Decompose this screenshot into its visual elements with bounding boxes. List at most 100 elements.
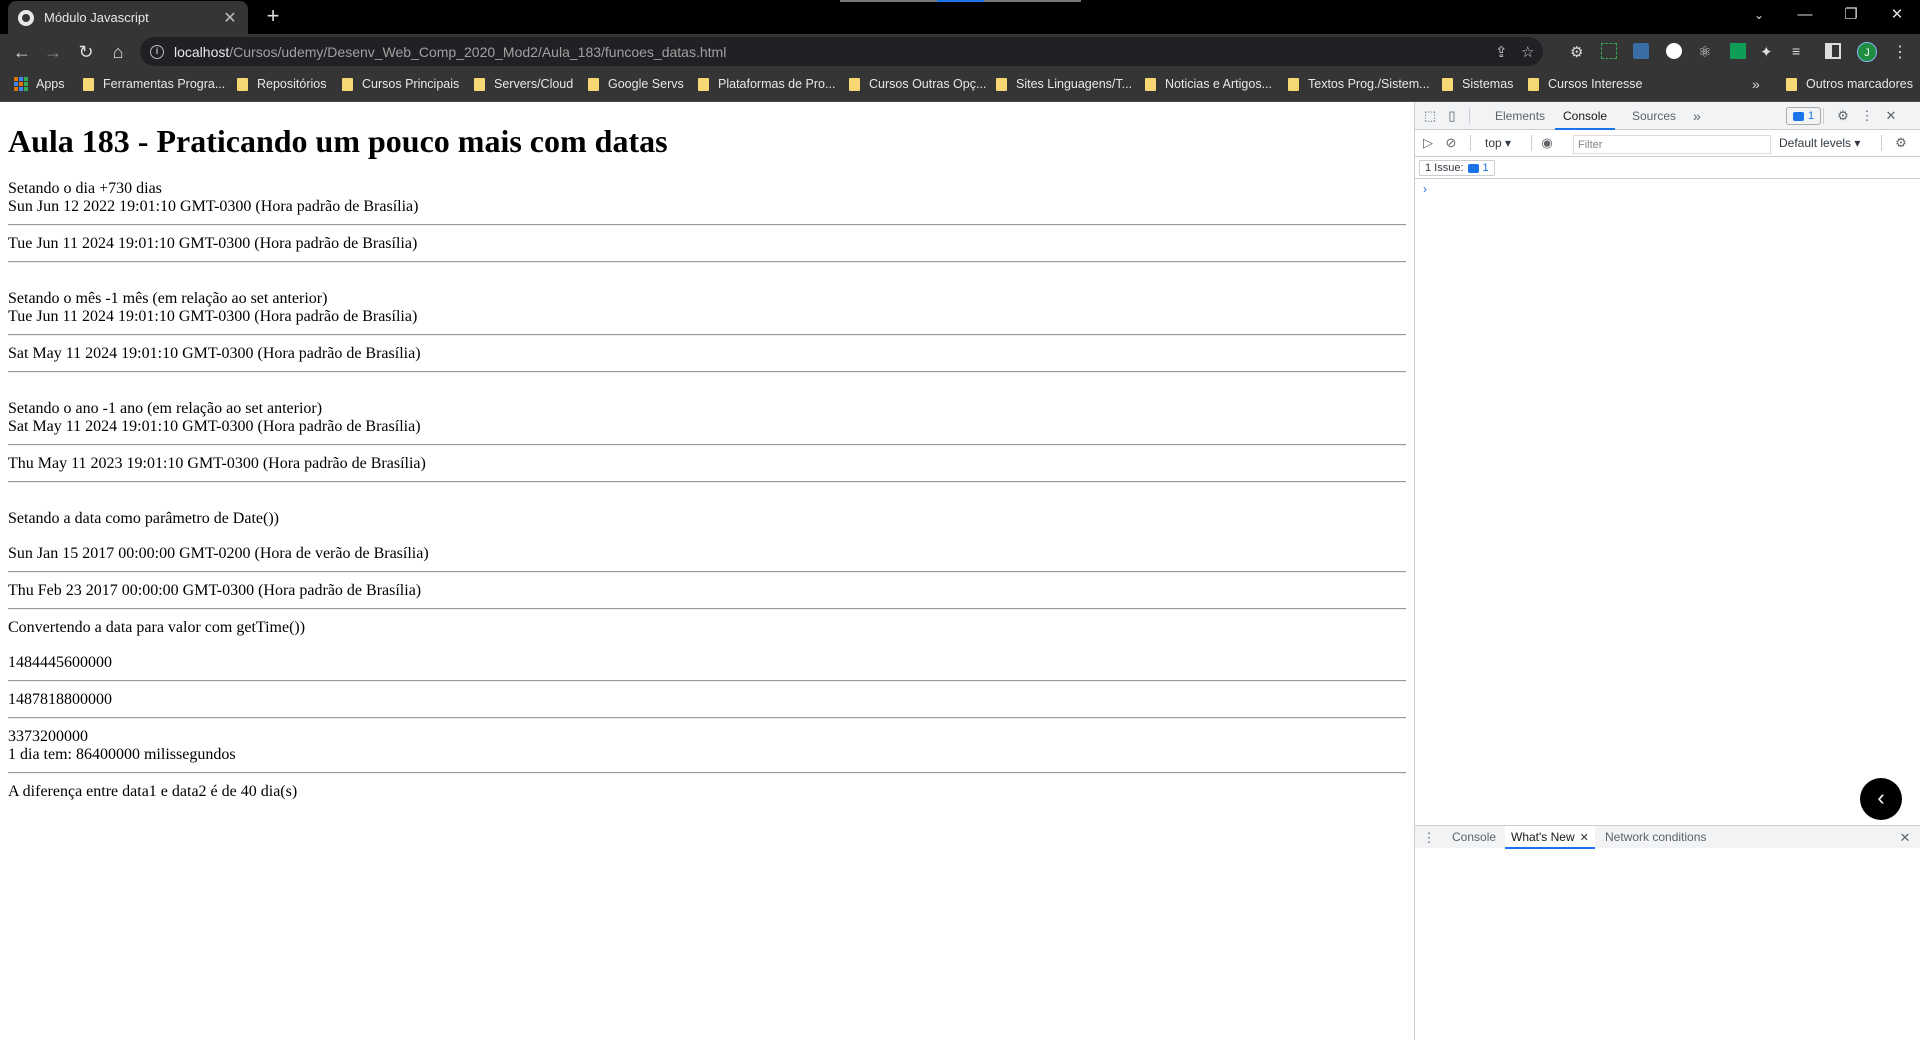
bookmark-label: Textos Prog./Sistem... <box>1308 77 1430 91</box>
other-bookmarks[interactable]: Outros marcadores <box>1786 77 1913 91</box>
profile-avatar[interactable]: J <box>1857 42 1877 62</box>
result-text: A diferença entre data1 e data2 é de 40 … <box>8 783 298 800</box>
sidebar-toggle-icon[interactable]: ▷ <box>1420 135 1436 151</box>
tab-close-icon[interactable]: ✕ <box>222 8 238 28</box>
screenshot-extension-icon[interactable] <box>1601 43 1617 59</box>
drawer-tab-whats-new[interactable]: What's New ✕ <box>1505 826 1595 849</box>
tab-elements[interactable]: Elements <box>1495 102 1545 130</box>
share-icon[interactable]: ⇪ <box>1495 43 1508 61</box>
bookmark-label: Ferramentas Progra... <box>103 77 226 91</box>
bookmark-label: Sistemas <box>1462 77 1514 91</box>
issues-bar: 1 Issue: 1 <box>1415 157 1920 179</box>
filter-input[interactable] <box>1573 135 1771 154</box>
extension-circle-icon[interactable] <box>1666 43 1682 59</box>
puzzle-icon[interactable]: ✦ <box>1760 43 1776 61</box>
device-toolbar-icon[interactable]: ▯ <box>1444 108 1460 124</box>
bookmark-folder[interactable]: Servers/Cloud <box>474 77 573 91</box>
close-window-button[interactable]: ✕ <box>1874 0 1920 30</box>
date-output: Tue Jun 11 2024 19:01:10 GMT-0300 (Hora … <box>8 235 418 252</box>
section-label: Setando o ano -1 ano (em relação ao set … <box>8 400 323 417</box>
sidepanel-icon[interactable] <box>1825 43 1841 59</box>
bookmark-folder[interactable]: Sites Linguagens/T... <box>996 77 1132 91</box>
divider <box>8 444 1406 446</box>
section-label: Setando a data como parâmetro de Date()) <box>8 510 279 527</box>
bookmark-folder[interactable]: Noticias e Artigos... <box>1145 77 1272 91</box>
devtools-menu-icon[interactable]: ⋮ <box>1859 108 1875 124</box>
back-button[interactable]: ← <box>8 38 36 66</box>
settings-extension-icon[interactable]: ⚙ <box>1570 43 1586 61</box>
console-settings-icon[interactable]: ⚙ <box>1893 135 1909 151</box>
close-drawer-tab-icon[interactable]: ✕ <box>1580 832 1589 844</box>
tab-strip-marker <box>984 0 1081 2</box>
chevron-left-icon[interactable]: ‹ <box>1860 778 1902 820</box>
reload-button[interactable]: ↻ <box>72 38 100 66</box>
context-select[interactable]: top ▾ <box>1485 136 1511 150</box>
browser-tab[interactable]: Módulo Javascript ✕ <box>8 1 248 34</box>
divider <box>8 371 1406 373</box>
devtools-drawer: ⋮ Console What's New ✕ Network conditions… <box>1415 825 1920 849</box>
divider <box>8 680 1406 682</box>
message-icon <box>1793 111 1804 121</box>
console-prompt[interactable]: › <box>1423 182 1427 196</box>
clear-console-icon[interactable]: ⊘ <box>1443 135 1459 151</box>
tab-strip-marker <box>840 0 937 2</box>
info-icon[interactable]: i <box>150 44 164 59</box>
extension-icon[interactable] <box>1633 43 1649 59</box>
issues-badge[interactable]: 1 <box>1786 107 1822 125</box>
tab-sources[interactable]: Sources <box>1632 102 1676 130</box>
eye-icon[interactable]: ◉ <box>1539 135 1555 151</box>
new-tab-button[interactable]: + <box>260 4 286 30</box>
green-extension-icon[interactable] <box>1730 43 1746 59</box>
restore-button[interactable]: ❐ <box>1828 0 1874 30</box>
context-value: top <box>1485 136 1502 150</box>
divider <box>8 224 1406 226</box>
date-output: Sat May 11 2024 19:01:10 GMT-0300 (Hora … <box>8 345 421 362</box>
bookmark-folder[interactable]: Sistemas <box>1442 77 1513 91</box>
close-drawer-icon[interactable]: ✕ <box>1897 830 1913 846</box>
inspect-element-icon[interactable]: ⬚ <box>1422 108 1438 124</box>
forward-button[interactable]: → <box>39 38 67 66</box>
react-extension-icon[interactable]: ⚛ <box>1698 43 1714 61</box>
minimize-button[interactable]: — <box>1782 0 1828 30</box>
date-output: Tue Jun 11 2024 19:01:10 GMT-0300 (Hora … <box>8 308 418 325</box>
day-ms-text: 1 dia tem: 86400000 milissegundos <box>8 746 236 763</box>
bookmark-label: Servers/Cloud <box>494 77 574 91</box>
tab-console[interactable]: Console <box>1555 102 1616 130</box>
divider <box>8 608 1406 610</box>
reading-list-icon[interactable]: ≡ <box>1792 43 1808 59</box>
bookmark-label: Cursos Interesse <box>1548 77 1643 91</box>
settings-gear-icon[interactable]: ⚙ <box>1835 108 1851 124</box>
star-icon[interactable]: ☆ <box>1521 43 1534 61</box>
drawer-menu-icon[interactable]: ⋮ <box>1421 830 1437 846</box>
bookmark-folder[interactable]: Plataformas de Pro... <box>698 77 835 91</box>
folder-icon <box>1288 77 1299 91</box>
bookmark-folder[interactable]: Ferramentas Progra... <box>83 77 225 91</box>
page-content: Aula 183 - Praticando um pouco mais com … <box>0 102 1414 1040</box>
tab-search-icon[interactable]: ⌄ <box>1736 0 1782 30</box>
folder-icon <box>849 77 860 91</box>
address-bar[interactable]: i localhost/Cursos/udemy/Desenv_Web_Comp… <box>140 37 1543 66</box>
bookmark-folder[interactable]: Cursos Outras Opç... <box>849 77 986 91</box>
time-value: 1484445600000 <box>8 654 112 671</box>
apps-grid-icon <box>14 77 28 91</box>
issues-chip[interactable]: 1 Issue: 1 <box>1419 160 1495 176</box>
home-button[interactable]: ⌂ <box>104 38 132 66</box>
more-tabs-button[interactable]: » <box>1693 102 1701 130</box>
bookmark-folder[interactable]: Repositórios <box>237 77 326 91</box>
bookmark-folder[interactable]: Cursos Interesse <box>1528 77 1642 91</box>
url-text[interactable]: localhost/Cursos/udemy/Desenv_Web_Comp_2… <box>174 44 726 60</box>
drawer-tab-console[interactable]: Console <box>1452 826 1496 849</box>
folder-icon <box>1442 77 1453 91</box>
bookmarks-bar: Apps Ferramentas Progra... Repositórios … <box>0 69 1920 102</box>
bookmark-folder[interactable]: Cursos Principais <box>342 77 459 91</box>
drawer-tab-network-conditions[interactable]: Network conditions <box>1605 826 1706 849</box>
bookmark-label: Cursos Outras Opç... <box>869 77 987 91</box>
divider <box>8 717 1406 719</box>
bookmark-apps[interactable]: Apps <box>14 77 65 91</box>
log-levels-select[interactable]: Default levels ▾ <box>1779 136 1860 150</box>
menu-icon[interactable]: ⋮ <box>1892 42 1908 62</box>
bookmarks-more-button[interactable]: » <box>1752 76 1760 92</box>
bookmark-folder[interactable]: Google Servs <box>588 77 684 91</box>
close-devtools-icon[interactable]: ✕ <box>1883 108 1899 124</box>
bookmark-folder[interactable]: Textos Prog./Sistem... <box>1288 77 1430 91</box>
